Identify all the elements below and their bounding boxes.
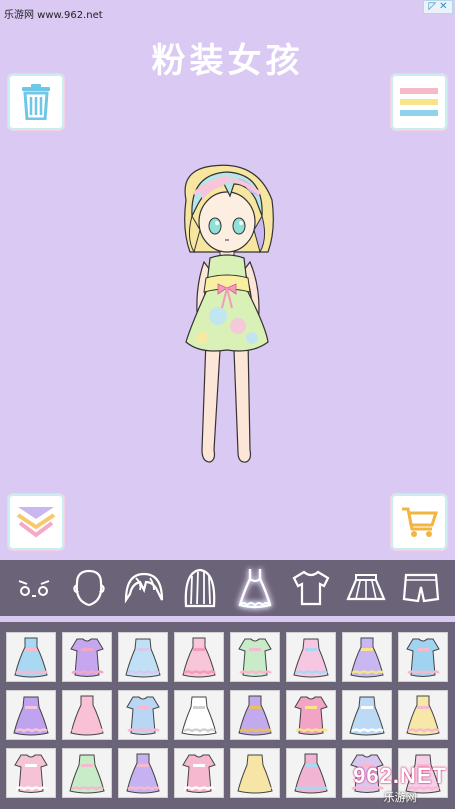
clothing-item[interactable] bbox=[398, 690, 448, 740]
doll-character bbox=[184, 164, 274, 463]
clothing-item[interactable] bbox=[118, 690, 168, 740]
chevron-down-icon bbox=[17, 507, 55, 538]
clothing-item[interactable] bbox=[6, 690, 56, 740]
clothing-item[interactable] bbox=[62, 748, 112, 798]
dress-thumbnail-icon bbox=[14, 637, 48, 678]
watermark-logo-suffix: .NET bbox=[392, 763, 447, 788]
dress-thumbnail-icon bbox=[13, 696, 49, 736]
dress-icon bbox=[238, 569, 272, 609]
back-hair-icon bbox=[184, 568, 216, 608]
eyes-icon bbox=[18, 580, 50, 597]
clothing-item[interactable] bbox=[230, 690, 280, 740]
menu-icon bbox=[400, 88, 438, 116]
dress-thumbnail-icon bbox=[125, 638, 161, 678]
ad-badge[interactable]: AD ◸ ✕ bbox=[423, 0, 453, 14]
clothing-item[interactable] bbox=[230, 632, 280, 682]
cart-icon bbox=[402, 507, 438, 537]
dress-thumbnail-icon bbox=[182, 637, 216, 678]
tab-front-hair[interactable] bbox=[122, 566, 166, 610]
dress-thumbnail-icon bbox=[350, 637, 384, 678]
ad-icon: ◸ bbox=[428, 1, 437, 12]
dress-thumbnail-icon bbox=[349, 696, 385, 736]
category-tabbar bbox=[0, 560, 455, 616]
clothing-item[interactable] bbox=[286, 690, 336, 740]
cart-button[interactable] bbox=[393, 496, 445, 548]
dress-thumbnail-icon bbox=[406, 638, 440, 677]
shorts-icon bbox=[403, 573, 440, 603]
dress-thumbnail-icon bbox=[238, 638, 272, 677]
clothing-item[interactable] bbox=[174, 748, 224, 798]
clothing-item[interactable] bbox=[118, 632, 168, 682]
tab-skirt[interactable] bbox=[344, 566, 388, 610]
dress-thumbnail-icon bbox=[238, 695, 272, 736]
front-hair-icon bbox=[125, 572, 164, 604]
clothing-item[interactable] bbox=[174, 690, 224, 740]
clothing-item[interactable] bbox=[230, 748, 280, 798]
tshirt-icon bbox=[292, 570, 330, 606]
watermark-text: 乐游网 www.962.net bbox=[4, 10, 103, 21]
trash-icon bbox=[22, 84, 50, 120]
clothing-item[interactable] bbox=[174, 632, 224, 682]
dress-thumbnail-icon bbox=[294, 696, 328, 735]
dress-thumbnail-icon bbox=[70, 638, 104, 677]
dress-thumbnail-icon bbox=[126, 696, 160, 735]
dress-thumbnail-icon bbox=[14, 754, 48, 793]
menu-button[interactable] bbox=[393, 76, 445, 128]
watermark-subtitle: 乐游网 bbox=[383, 792, 417, 804]
tab-shorts[interactable] bbox=[399, 566, 443, 610]
clothing-item[interactable] bbox=[398, 632, 448, 682]
clothing-item[interactable] bbox=[118, 748, 168, 798]
clothing-item[interactable] bbox=[342, 690, 392, 740]
dress-thumbnail-icon bbox=[181, 696, 217, 736]
dress-thumbnail-icon bbox=[294, 753, 328, 794]
close-icon[interactable]: ✕ bbox=[439, 1, 447, 13]
dress-thumbnail-icon bbox=[406, 695, 440, 736]
dress-thumbnail-icon bbox=[182, 754, 216, 793]
clothing-item[interactable] bbox=[286, 632, 336, 682]
dress-thumbnail-icon bbox=[70, 695, 104, 736]
watermark-logo-number: 962 bbox=[353, 763, 393, 788]
dress-thumbnail-icon bbox=[69, 754, 105, 794]
tab-top[interactable] bbox=[289, 566, 333, 610]
tab-face[interactable] bbox=[67, 566, 111, 610]
dress-thumbnail-icon bbox=[237, 754, 273, 794]
clothing-item[interactable] bbox=[342, 632, 392, 682]
clothing-item[interactable] bbox=[6, 748, 56, 798]
dress-thumbnail-icon bbox=[293, 638, 329, 678]
dress-thumbnail-icon bbox=[126, 753, 160, 794]
collapse-button[interactable] bbox=[10, 496, 62, 548]
tab-eyes[interactable] bbox=[12, 566, 56, 610]
watermark-logo: 962.NET 乐游网 bbox=[353, 763, 447, 805]
clothing-item[interactable] bbox=[6, 632, 56, 682]
page-title: 粉装女孩 bbox=[151, 41, 304, 81]
tab-back-hair[interactable] bbox=[178, 566, 222, 610]
clothing-item[interactable] bbox=[286, 748, 336, 798]
clothing-item[interactable] bbox=[62, 632, 112, 682]
tab-dress[interactable] bbox=[233, 566, 277, 610]
face-icon bbox=[73, 569, 105, 607]
skirt-icon bbox=[346, 574, 386, 601]
clothing-item[interactable] bbox=[62, 690, 112, 740]
trash-button[interactable] bbox=[10, 76, 62, 128]
